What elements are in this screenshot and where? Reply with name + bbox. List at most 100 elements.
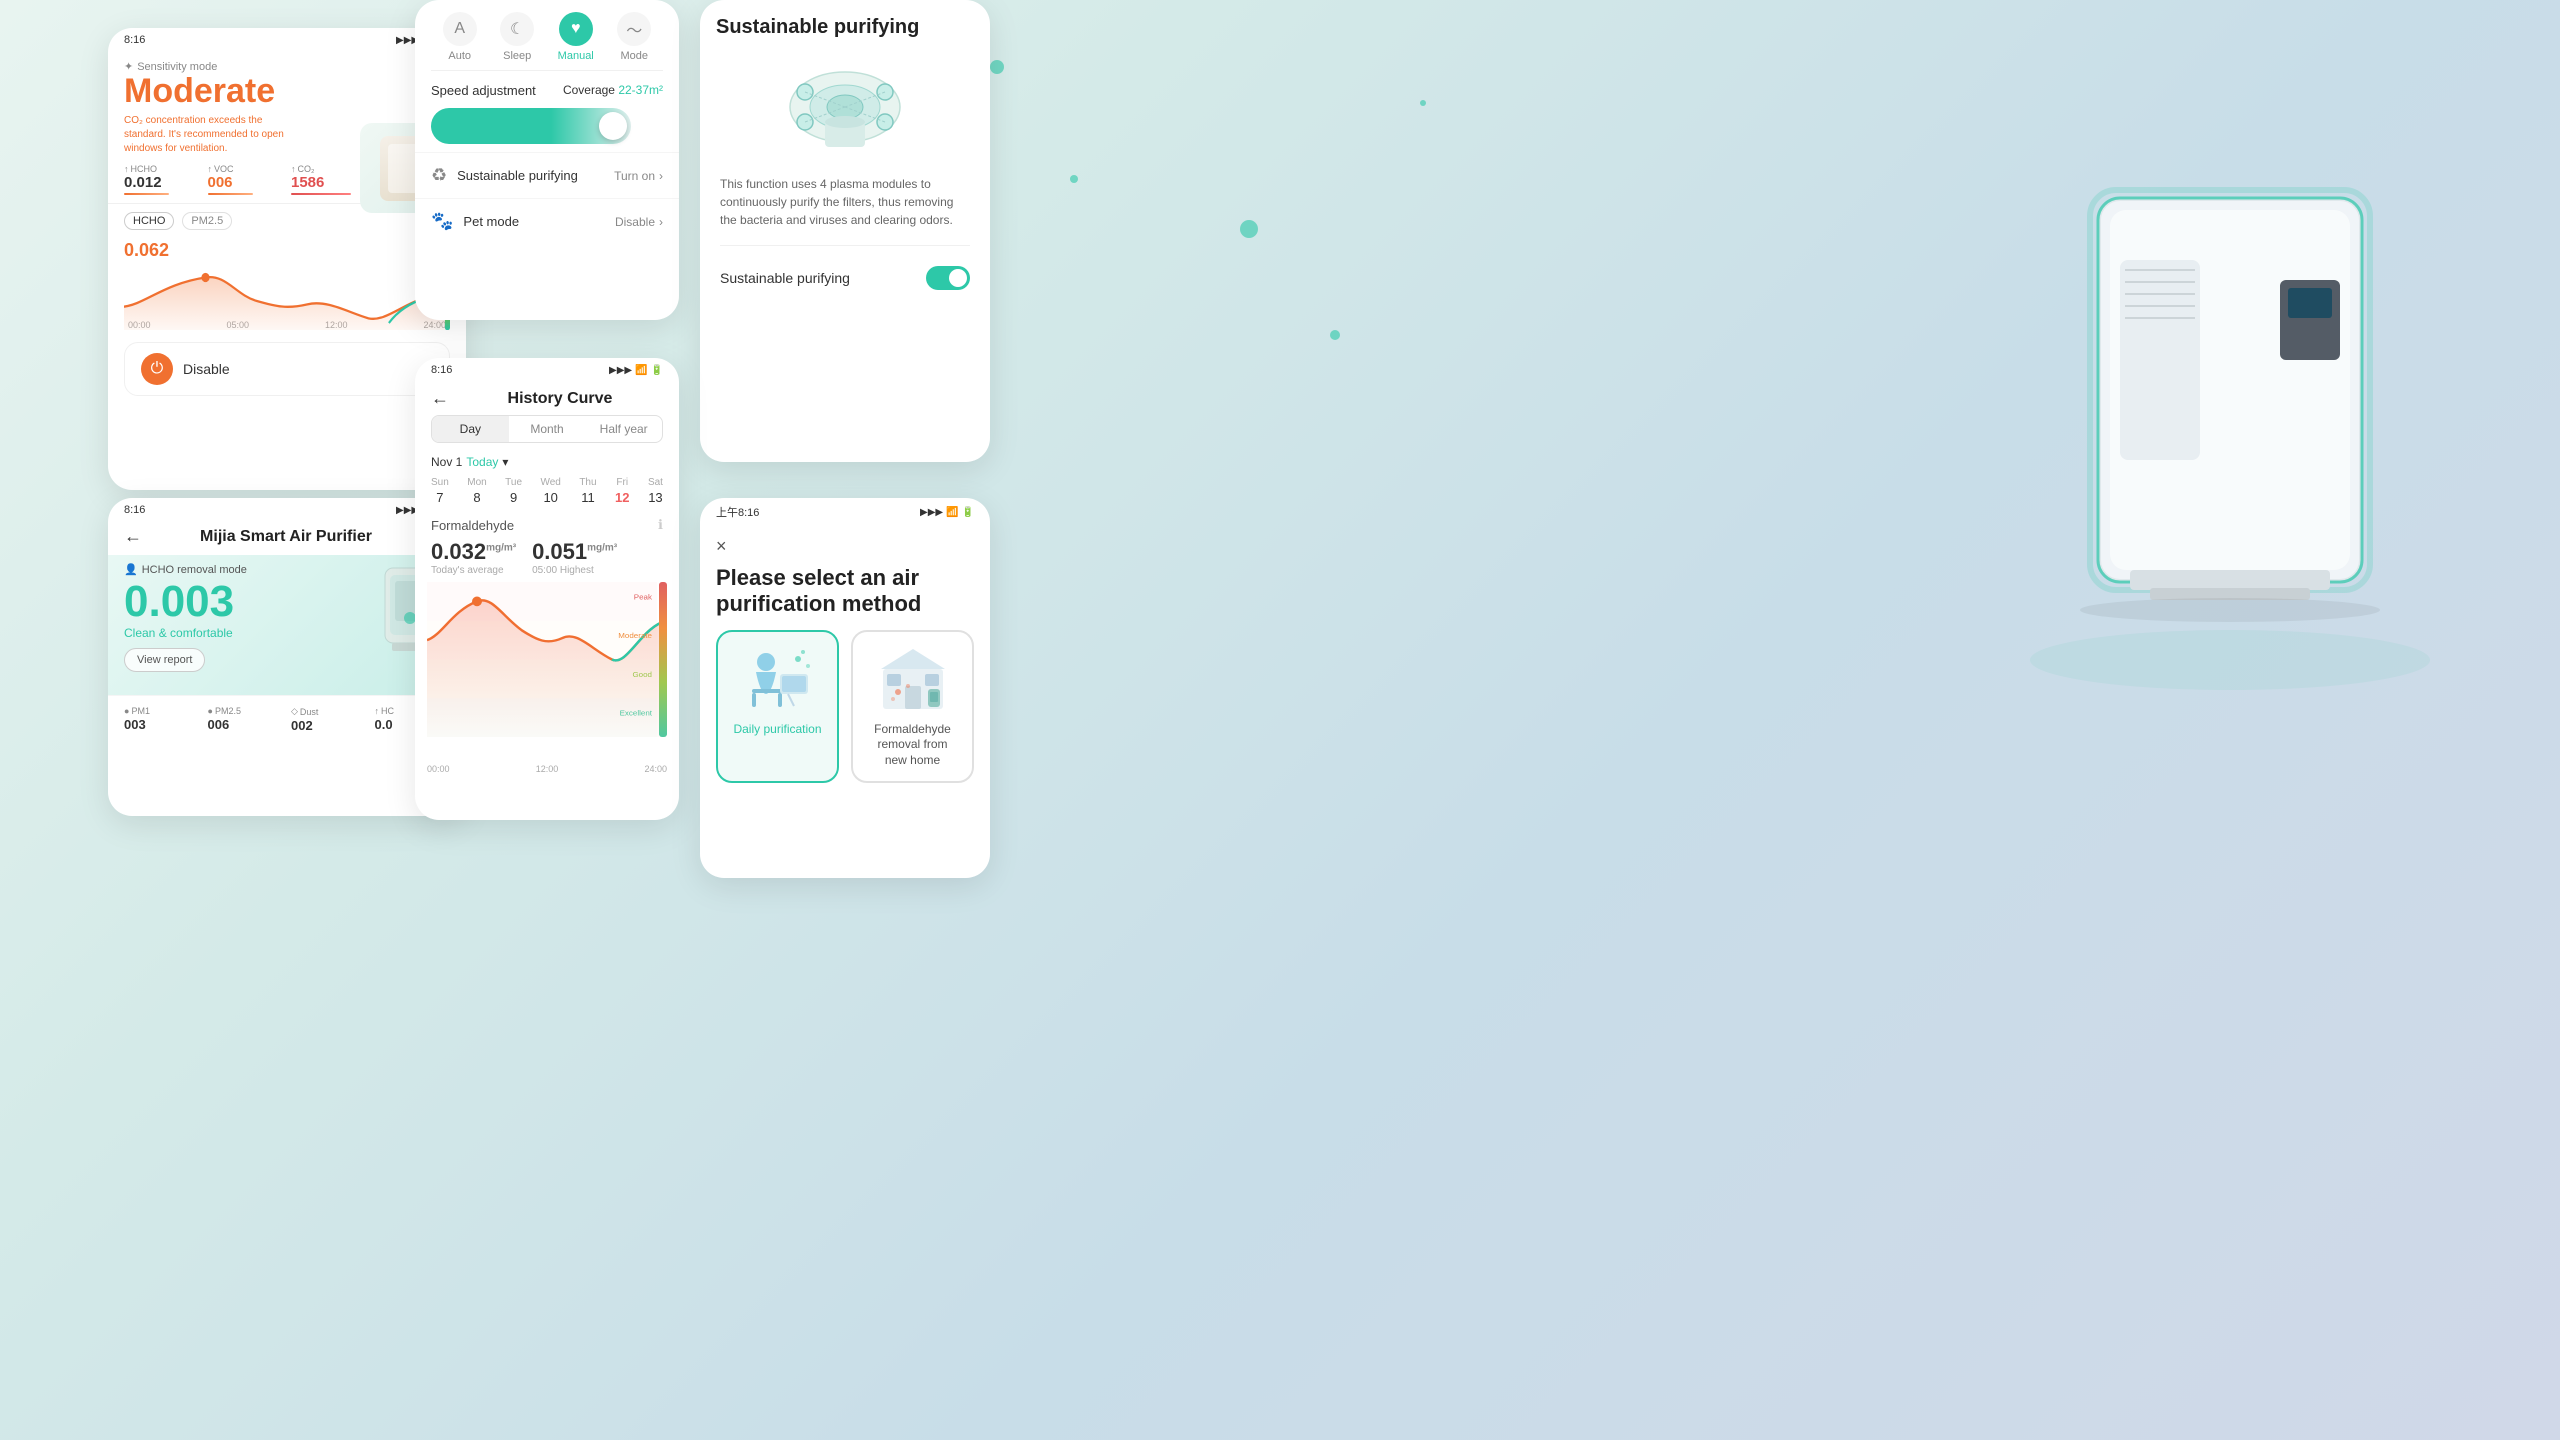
history-chart-svg: Peak Moderate Good Excellent [427, 582, 667, 737]
mode-custom[interactable]: 〜 Mode [617, 12, 651, 62]
metrics-bottom: ● PM1 003 ● PM2.5 006 ◇ Dust 002 ↑ HC 0.… [108, 695, 466, 743]
voc-up-icon: ↑ [208, 164, 213, 174]
mode-sleep[interactable]: ☾ Sleep [500, 12, 534, 62]
pet-chevron-icon: › [659, 215, 663, 229]
tab-day[interactable]: Day [432, 416, 509, 442]
chart-times-card5: 00:00 12:00 24:00 [415, 762, 679, 774]
battery-icon-card5: 🔋 [651, 365, 663, 376]
history-chart: Peak Moderate Good Excellent [415, 582, 679, 762]
time-card4: 8:16 [124, 504, 145, 516]
co2-bar [291, 193, 351, 195]
day-tue: Tue 9 [505, 477, 522, 505]
co2-warning: CO₂ concentration exceeds the standard. … [124, 114, 284, 156]
history-title: History Curve [457, 390, 663, 408]
bg-dot-4 [1330, 330, 1340, 340]
history-header: ← History Curve [415, 378, 679, 415]
sustain-toggle-switch[interactable] [926, 266, 970, 290]
bg-dot-1 [990, 60, 1004, 74]
power-icon: ⏻ [141, 353, 173, 385]
info-icon: ℹ [658, 517, 663, 533]
card1-header: ✦ Sensitivity mode [108, 48, 466, 73]
tab-hcho[interactable]: HCHO [124, 212, 174, 230]
pet-action[interactable]: Disable › [615, 215, 663, 229]
mode-manual[interactable]: ♥ Manual [558, 12, 594, 62]
mode-auto[interactable]: A Auto [443, 12, 477, 62]
formaldehyde-label: Formaldehyde ℹ [415, 511, 679, 535]
toggle-thumb [599, 112, 627, 140]
air-quality-level: Moderate [124, 73, 450, 110]
status-bar-card1: 8:16 ▶▶▶ 📶 🔋 [108, 28, 466, 48]
co2-value: 1586 [291, 174, 367, 191]
history-tabs: Day Month Half year [431, 415, 663, 443]
signal-icon-card5: ▶▶▶ [609, 365, 632, 376]
tab-month[interactable]: Month [509, 416, 586, 442]
day-sun: Sun 7 [431, 477, 449, 505]
fm-stat-avg: 0.032mg/m³ Today's average [431, 539, 516, 576]
card4-title: Mijia Smart Air Purifier [200, 528, 372, 546]
metric-pm25-bottom: ● PM2.5 006 [208, 706, 284, 733]
today-label: Today [466, 455, 498, 469]
daily-purif-illustration [738, 644, 818, 714]
mode-custom-icon: 〜 [617, 12, 651, 46]
background-purifier [1980, 120, 2480, 720]
daily-purification-option[interactable]: Daily purification [716, 630, 839, 783]
disable-button[interactable]: ⏻ Disable [124, 342, 450, 396]
sustain-action[interactable]: Turn on › [614, 169, 663, 183]
metric-voc: ↑VOC 006 [208, 164, 284, 195]
formaldehyde-removal-option[interactable]: Formaldehyde removal from new home [851, 630, 974, 783]
fm-stats: 0.032mg/m³ Today's average 0.051mg/m³ 05… [415, 535, 679, 582]
sustain-icon: ♻ [431, 165, 447, 186]
formaldehyde-illustration [873, 644, 953, 714]
fm-high-value: 0.051mg/m³ [532, 539, 617, 565]
metric-dust: ◇ Dust 002 [291, 706, 367, 733]
status-bar-card4: 8:16 ▶▶▶ 📶 🔋 [108, 498, 466, 518]
day-thu: Thu 11 [579, 477, 596, 505]
card6-header: × [700, 522, 990, 565]
pm25-icon: ● [208, 706, 213, 716]
view-report-button[interactable]: View report [124, 648, 205, 672]
day-mon: Mon 8 [467, 477, 486, 505]
pet-mode-row[interactable]: 🐾 Pet mode Disable › [415, 198, 679, 244]
speed-toggle[interactable] [431, 108, 631, 144]
air-quality-card: 8:16 ▶▶▶ 📶 🔋 ✦ Sensitivity mode Moderate… [108, 28, 466, 490]
chart-svg [124, 260, 450, 330]
back-button-card5[interactable]: ← [431, 388, 449, 409]
mode-tabs: A Auto ☾ Sleep ♥ Manual 〜 Mode [415, 0, 679, 70]
purification-options: Daily purification [700, 630, 990, 783]
auto-icon: A [443, 12, 477, 46]
tab-halfyear[interactable]: Half year [585, 416, 662, 442]
date-label: Nov 1 [431, 455, 462, 469]
card1-main: Moderate CO₂ concentration exceeds the s… [108, 73, 466, 156]
sleep-label: Sleep [503, 50, 531, 62]
bg-dot-5 [1420, 100, 1426, 106]
dropdown-icon[interactable]: ▾ [502, 455, 508, 469]
wifi-icon-card6: 📶 [946, 507, 958, 518]
card3-description: This function uses 4 plasma modules to c… [700, 167, 990, 237]
hc-icon: ↑ [375, 706, 380, 716]
day-fri[interactable]: Fri 12 [615, 477, 629, 505]
formaldehyde-label: Formaldehyde removal from new home [865, 722, 960, 769]
back-button-card4[interactable]: ← [124, 526, 142, 547]
manual-icon: ♥ [559, 12, 593, 46]
chart-current-value: 0.062 [124, 240, 169, 261]
wifi-icon-card5: 📶 [635, 365, 647, 376]
sustainable-purifying-card: Sustainable purifying This function uses… [700, 0, 990, 462]
sustain-name: Sustainable purifying [457, 168, 578, 183]
svg-text:Peak: Peak [634, 593, 652, 602]
sustainable-purifying-row[interactable]: ♻ Sustainable purifying Turn on › [415, 152, 679, 198]
card6-title: Please select an air purification method [700, 565, 990, 630]
mode-label: Mode [620, 50, 648, 62]
hcho-bar [124, 193, 169, 195]
status-bar-card6: 上午8:16 ▶▶▶ 📶 🔋 [700, 498, 990, 522]
tab-pm25[interactable]: PM2.5 [182, 212, 232, 230]
battery-icon-card6: 🔋 [962, 507, 974, 518]
chart-tabs: HCHO PM2.5 [124, 212, 232, 230]
svg-text:Excellent: Excellent [620, 709, 653, 718]
speed-section: Speed adjustment Coverage 22-37m² [415, 71, 679, 152]
card3-title: Sustainable purifying [700, 0, 990, 47]
fm-avg-label: Today's average [431, 565, 516, 576]
close-button[interactable]: × [716, 536, 727, 557]
metric-co2: ↑CO₂ 1586 [291, 164, 367, 195]
date-row: Nov 1 Today ▾ [415, 451, 679, 477]
card3-divider [720, 245, 970, 246]
